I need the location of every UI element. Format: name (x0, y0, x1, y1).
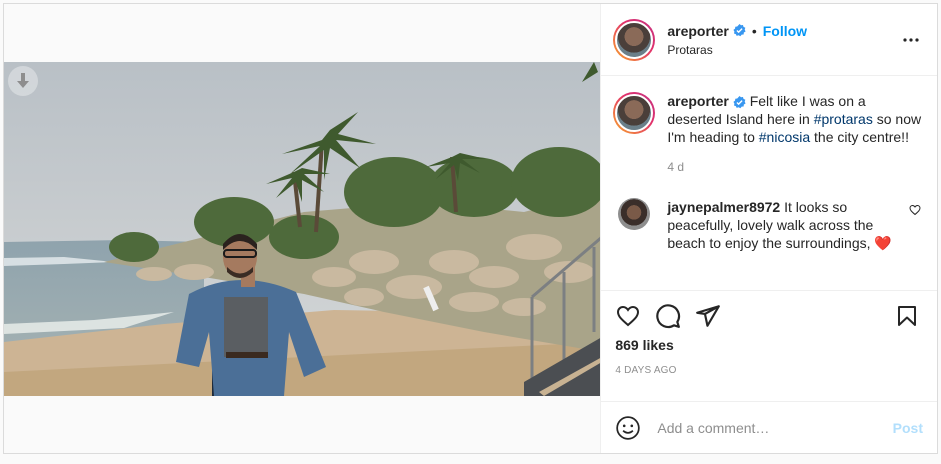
comment-bubble-icon (656, 304, 681, 329)
post-sidebar: areporter • Follow Protaras areporter Fe… (601, 4, 937, 453)
actions-section: 869 likes 4 DAYS AGO (601, 290, 937, 401)
post-comment-button[interactable]: Post (893, 420, 923, 436)
comment-body: jaynepalmer8972 It looks so peacefully, … (667, 198, 899, 252)
heart-icon (617, 305, 640, 327)
author-username[interactable]: areporter (667, 23, 728, 39)
caption-text-3: the city centre!! (810, 129, 909, 145)
add-comment-bar: Post (601, 401, 937, 453)
caption-age[interactable]: 4 d (667, 158, 923, 176)
follow-button[interactable]: Follow (763, 23, 807, 39)
post-location[interactable]: Protaras (667, 43, 899, 57)
more-options-button[interactable] (899, 28, 923, 52)
likes-count[interactable]: 869 likes (615, 337, 923, 353)
emoji-icon[interactable] (615, 415, 641, 441)
caption: areporter Felt like I was on a deserted … (613, 92, 923, 176)
hashtag-protaras[interactable]: #protaras (814, 111, 873, 127)
caption-avatar[interactable] (613, 92, 656, 134)
comment-avatar[interactable] (618, 198, 651, 230)
caption-avatar-image (615, 94, 654, 132)
download-button[interactable] (8, 66, 38, 96)
comment-like-heart-icon[interactable] (907, 204, 923, 216)
paper-plane-icon (696, 305, 721, 327)
post-header: areporter • Follow Protaras (601, 4, 937, 76)
separator-dot: • (751, 22, 757, 39)
caption-body: areporter Felt like I was on a deserted … (667, 92, 923, 176)
comment-item: jaynepalmer8972 It looks so peacefully, … (613, 198, 923, 252)
header-top-row: areporter • Follow (667, 23, 899, 39)
more-horizontal-icon (903, 37, 919, 42)
hashtag-nicosia[interactable]: #nicosia (759, 129, 810, 145)
bookmark-icon (898, 306, 916, 326)
comments-section: areporter Felt like I was on a deserted … (601, 76, 937, 290)
save-button[interactable] (895, 302, 923, 330)
action-bar (615, 291, 923, 341)
verified-badge-icon (733, 24, 746, 37)
avatar-image (615, 20, 654, 59)
like-button[interactable] (615, 302, 643, 330)
arrow-down-icon (17, 73, 29, 88)
post-media (4, 4, 602, 453)
verified-badge-icon (733, 95, 746, 109)
caption-username[interactable]: areporter (667, 93, 728, 109)
avatar[interactable] (613, 18, 656, 61)
comment-input[interactable] (657, 419, 893, 436)
post-photo[interactable] (4, 62, 601, 396)
share-button[interactable] (695, 302, 723, 330)
header-text: areporter • Follow Protaras (667, 23, 899, 57)
comment-username[interactable]: jaynepalmer8972 (667, 199, 780, 215)
post-date[interactable]: 4 DAYS AGO (615, 365, 923, 376)
comment-button[interactable] (655, 302, 683, 330)
post-card: areporter • Follow Protaras areporter Fe… (3, 3, 938, 454)
